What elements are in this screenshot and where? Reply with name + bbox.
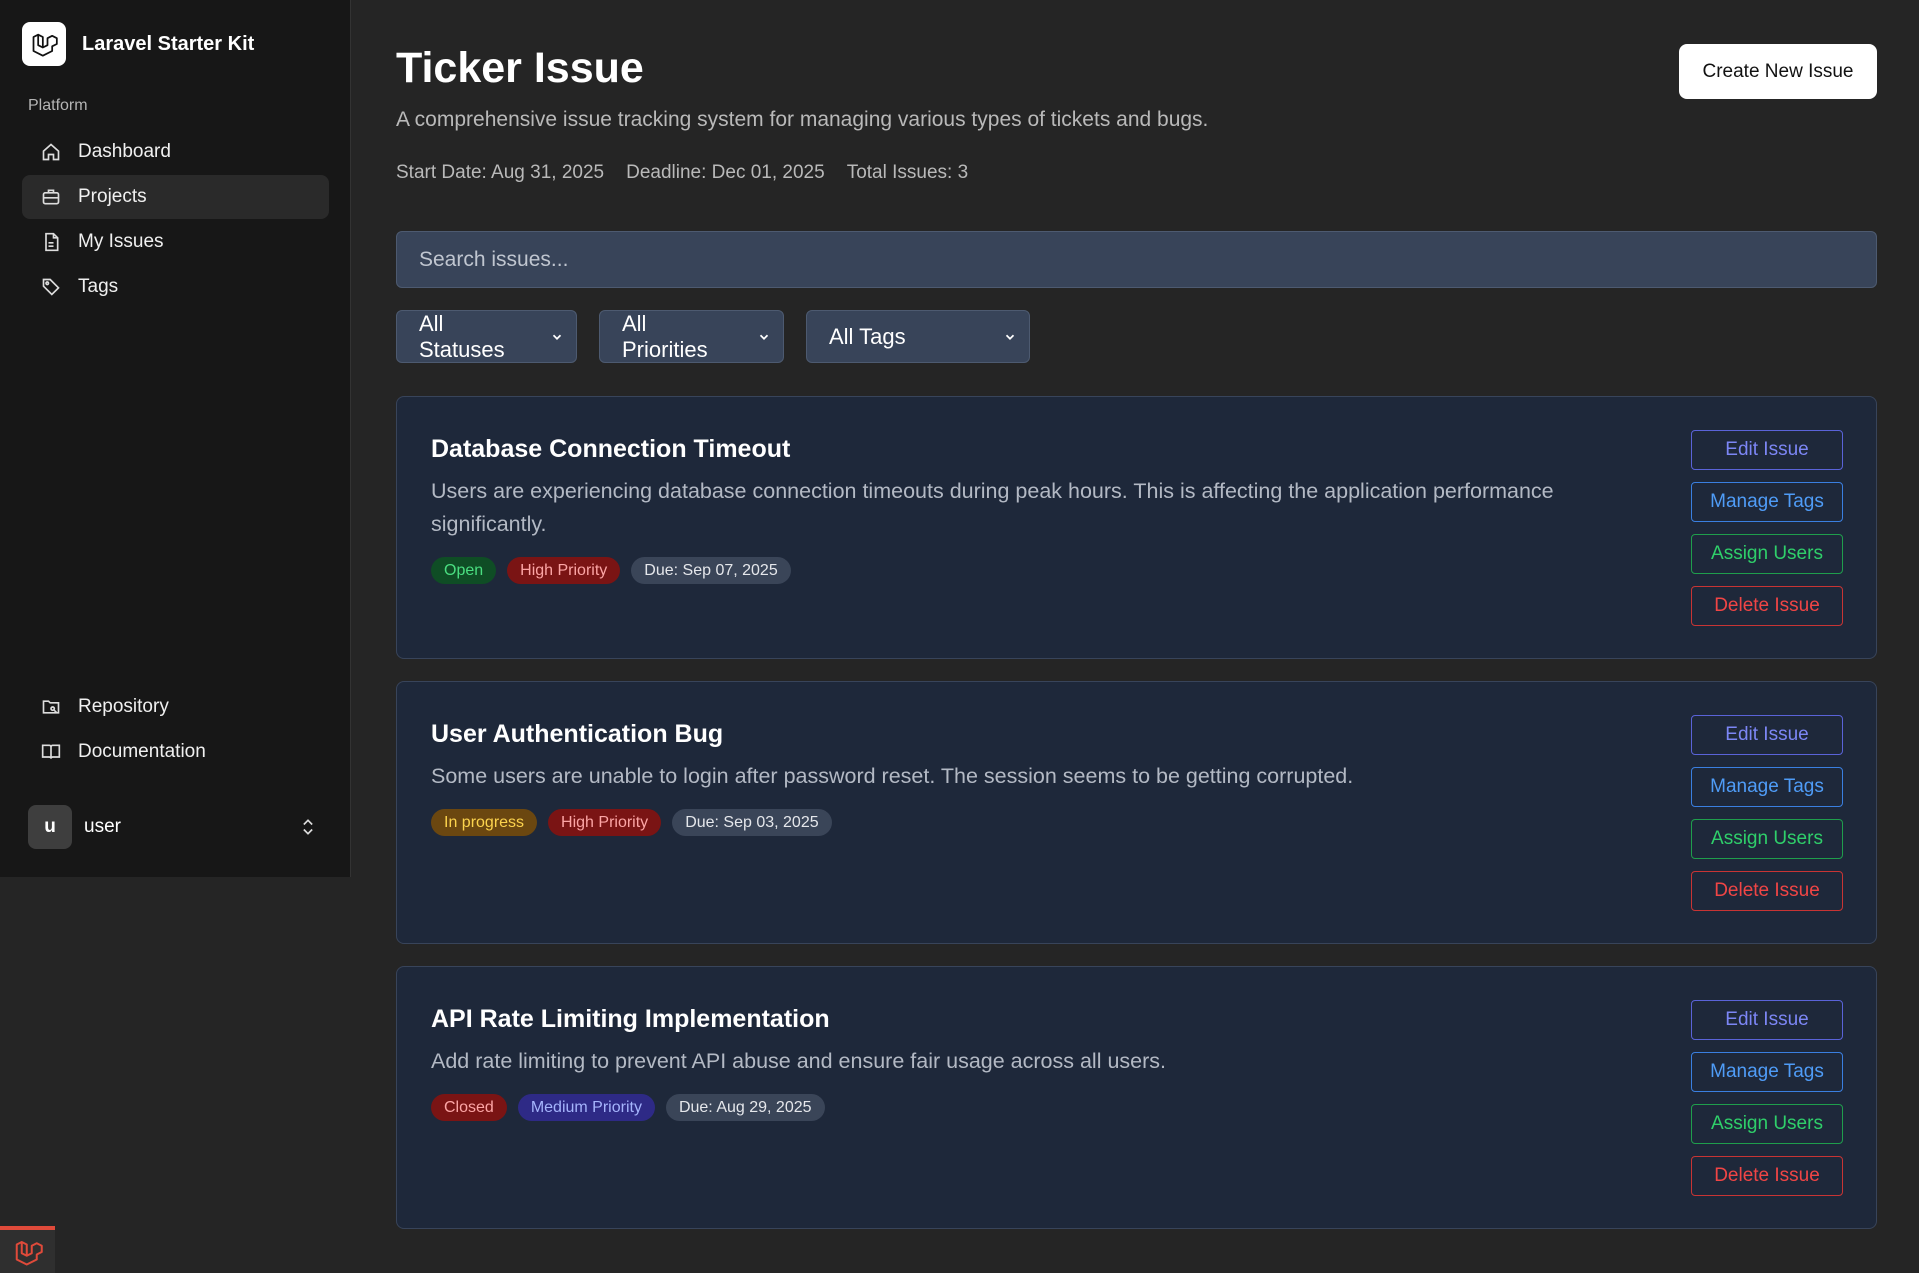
primary-nav: Dashboard Projects My Issues Tags <box>22 130 329 310</box>
edit-issue-button[interactable]: Edit Issue <box>1691 430 1843 470</box>
issue-description: Add rate limiting to prevent API abuse a… <box>431 1049 1166 1073</box>
tags-filter-value: All Tags <box>829 323 906 349</box>
brand[interactable]: Laravel Starter Kit <box>22 22 254 66</box>
assign-users-button[interactable]: Assign Users <box>1691 534 1843 574</box>
due-badge: Due: Sep 07, 2025 <box>631 557 791 584</box>
edit-issue-button[interactable]: Edit Issue <box>1691 715 1843 755</box>
laravel-debug-icon[interactable] <box>0 1226 55 1273</box>
issue-description: Some users are unable to login after pas… <box>431 764 1354 788</box>
status-badge: Open <box>431 557 497 584</box>
sidebar-item-tags[interactable]: Tags <box>22 265 329 309</box>
home-icon <box>40 141 62 163</box>
chevron-down-icon <box>757 324 771 350</box>
priority-badge: High Priority <box>507 557 621 584</box>
tag-icon <box>40 276 62 298</box>
sidebar-item-repository[interactable]: Repository <box>22 685 329 729</box>
issue-actions: Edit Issue Manage Tags Assign Users Dele… <box>1691 430 1843 626</box>
sidebar: Laravel Starter Kit Platform Dashboard P… <box>0 0 351 877</box>
chevron-down-icon <box>550 324 564 350</box>
issue-description: Users are experiencing database connecti… <box>431 479 1554 536</box>
priority-filter-value: All Priorities <box>622 310 708 362</box>
delete-issue-button[interactable]: Delete Issue <box>1691 871 1843 911</box>
start-date: Start Date: Aug 31, 2025 <box>396 162 605 183</box>
sidebar-item-dashboard[interactable]: Dashboard <box>22 130 329 174</box>
delete-issue-button[interactable]: Delete Issue <box>1691 586 1843 626</box>
page-description: A comprehensive issue tracking system fo… <box>396 108 1209 131</box>
delete-issue-button[interactable]: Delete Issue <box>1691 1156 1843 1196</box>
sidebar-item-label: Tags <box>78 276 119 297</box>
chevrons-up-down-icon <box>298 817 318 837</box>
deadline: Deadline: Dec 01, 2025 <box>626 162 825 183</box>
status-badge: Closed <box>431 1094 507 1121</box>
issue-card: User Authentication Bug Some users are u… <box>396 681 1877 944</box>
total-issues: Total Issues: 3 <box>846 162 969 183</box>
priority-filter[interactable]: All Priorities <box>599 310 784 363</box>
folder-git-icon <box>40 696 62 718</box>
status-badge: In progress <box>431 809 538 836</box>
due-badge: Due: Sep 03, 2025 <box>672 809 832 836</box>
status-filter[interactable]: All Statuses <box>396 310 577 363</box>
project-meta: Start Date: Aug 31, 2025 Deadline: Dec 0… <box>396 162 968 184</box>
chevron-down-icon <box>1003 324 1017 350</box>
sidebar-item-label: Documentation <box>78 741 206 762</box>
file-icon <box>40 231 62 253</box>
laravel-logo-icon <box>22 22 66 66</box>
sidebar-item-label: Repository <box>78 696 169 717</box>
nav-group-label: Platform <box>28 97 88 114</box>
sidebar-item-label: Projects <box>78 186 147 207</box>
priority-badge: Medium Priority <box>517 1094 655 1121</box>
briefcase-icon <box>40 186 62 208</box>
issue-badges: Closed Medium Priority Due: Aug 29, 2025 <box>431 1094 825 1121</box>
manage-tags-button[interactable]: Manage Tags <box>1691 767 1843 807</box>
avatar: u <box>28 805 72 849</box>
page-title: Ticker Issue <box>396 44 644 92</box>
tags-filter[interactable]: All Tags <box>806 310 1030 363</box>
issue-badges: Open High Priority Due: Sep 07, 2025 <box>431 557 791 584</box>
priority-badge: High Priority <box>548 809 662 836</box>
issue-card: Database Connection Timeout Users are ex… <box>396 396 1877 659</box>
filters: All Statuses All Priorities All Tags <box>396 310 1030 363</box>
sidebar-item-my-issues[interactable]: My Issues <box>22 220 329 264</box>
sidebar-item-projects[interactable]: Projects <box>22 175 329 219</box>
create-issue-button[interactable]: Create New Issue <box>1679 44 1877 99</box>
sidebar-item-label: Dashboard <box>78 141 171 162</box>
issue-actions: Edit Issue Manage Tags Assign Users Dele… <box>1691 1000 1843 1196</box>
user-menu[interactable]: u user <box>28 805 318 849</box>
assign-users-button[interactable]: Assign Users <box>1691 1104 1843 1144</box>
sidebar-item-label: My Issues <box>78 231 164 252</box>
book-icon <box>40 741 62 763</box>
issue-card: API Rate Limiting Implementation Add rat… <box>396 966 1877 1229</box>
issue-badges: In progress High Priority Due: Sep 03, 2… <box>431 809 832 836</box>
edit-issue-button[interactable]: Edit Issue <box>1691 1000 1843 1040</box>
manage-tags-button[interactable]: Manage Tags <box>1691 1052 1843 1092</box>
sidebar-item-documentation[interactable]: Documentation <box>22 730 329 774</box>
brand-name: Laravel Starter Kit <box>82 32 255 55</box>
issue-title[interactable]: Database Connection Timeout <box>431 435 790 464</box>
issue-title[interactable]: API Rate Limiting Implementation <box>431 1005 830 1034</box>
status-filter-value: All Statuses <box>419 310 505 362</box>
assign-users-button[interactable]: Assign Users <box>1691 819 1843 859</box>
search-input[interactable] <box>396 231 1877 288</box>
manage-tags-button[interactable]: Manage Tags <box>1691 482 1843 522</box>
footer-nav: Repository Documentation <box>22 685 329 775</box>
due-badge: Due: Aug 29, 2025 <box>665 1094 825 1121</box>
issue-actions: Edit Issue Manage Tags Assign Users Dele… <box>1691 715 1843 911</box>
user-name: user <box>84 816 121 837</box>
issue-title[interactable]: User Authentication Bug <box>431 720 723 749</box>
